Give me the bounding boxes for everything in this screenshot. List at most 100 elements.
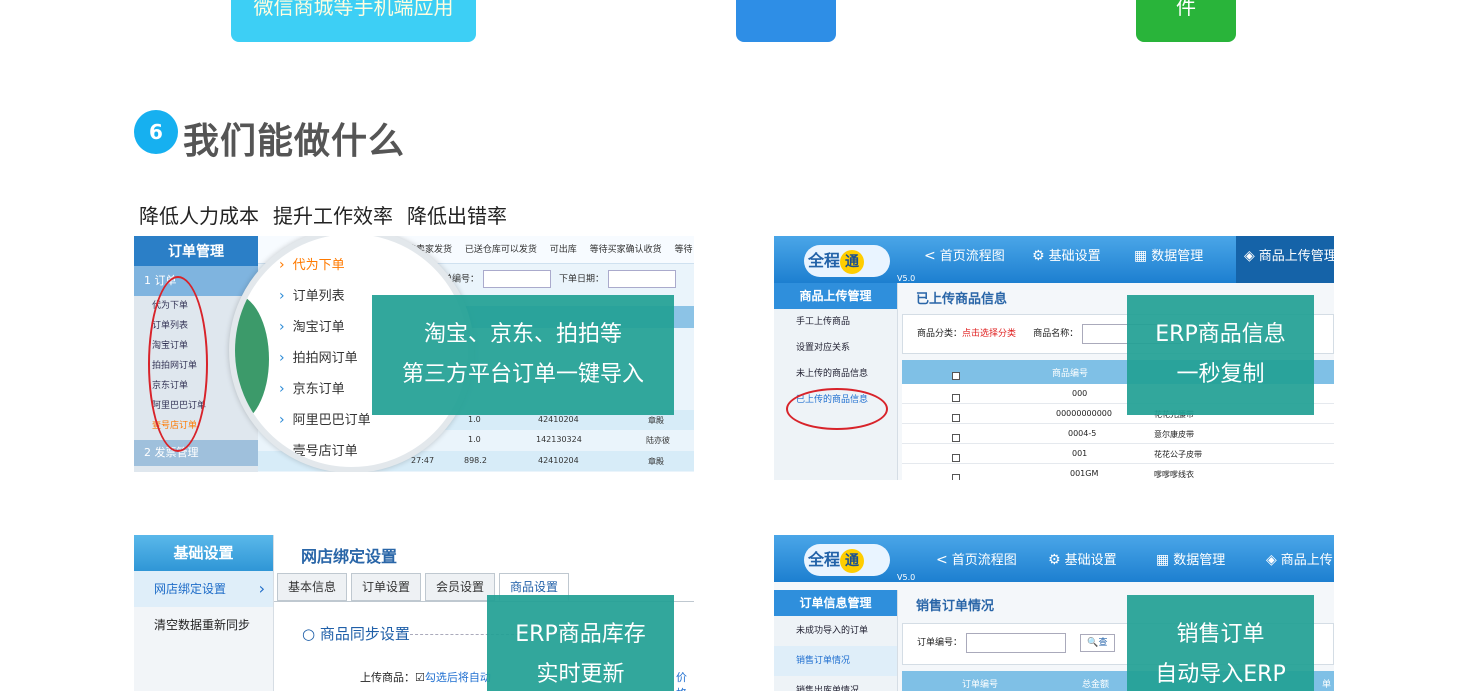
cell-code: 001 [1072, 449, 1088, 458]
order-sidebar-title: 订单管理 [134, 236, 258, 266]
highlight-ellipse [786, 388, 888, 430]
feature-pill-blue [736, 0, 836, 42]
caption-line: 自动导入ERP [1155, 662, 1286, 687]
nav-label: 数据管理 [1173, 553, 1226, 568]
magnifier-item: 拍拍网订单 [279, 343, 371, 374]
col-total: 总金额 [1082, 680, 1110, 690]
order-info-sidebar-item: 销售出库单情况 [796, 686, 860, 691]
order-info-sidebar: 订单信息管理 未成功导入的订单 销售订单情况 销售出库单情况 [774, 590, 898, 691]
cell-code: 42410204 [538, 415, 579, 424]
upload-sidebar-item: 未上传的商品信息 [796, 369, 869, 379]
shop-binding-title: 网店绑定设置 [301, 547, 398, 566]
caption-line: 第三方平台订单一键导入 [401, 362, 644, 387]
nav-label: 基础设置 [1064, 553, 1117, 568]
app-logo: 全程通 V5.0 [804, 245, 915, 283]
app-logo-text: 全程 [808, 251, 841, 270]
feature-pill-mobile: 微信商城等手机端应用 [231, 0, 476, 42]
cell-qty: 898.2 [464, 456, 487, 465]
nav-label: 基础设置 [1048, 249, 1101, 264]
grid-icon: ▦ [1134, 248, 1148, 264]
caption-line: ERP商品库存 [515, 622, 646, 647]
search-label: 查 [1098, 638, 1108, 648]
app-logo-text: 全程 [808, 550, 841, 569]
table-row: 001 花花公子皮带 [902, 444, 1334, 464]
sales-order-title: 销售订单情况 [916, 599, 995, 614]
caption-line: 销售订单 [1176, 622, 1265, 647]
checkbox [952, 474, 960, 480]
benefits-line: 降低人力成本 提升工作效率 降低出错率 [139, 200, 521, 229]
cell-qty: 1.0 [468, 415, 481, 424]
nav-label: 首页流程图 [951, 553, 1017, 568]
magnifier-item: 订单列表 [279, 281, 371, 312]
cell-name: 陆亦彼 [646, 436, 670, 445]
order-info-sidebar-item: 未成功导入的订单 [796, 626, 869, 636]
checkbox-checked-icon: ☑ [415, 671, 425, 684]
settings-sidebar-item: 网店绑定设置 [134, 571, 273, 607]
gear-icon: ⚙ [1048, 552, 1061, 568]
nav-label: 商品上传 [1280, 553, 1333, 568]
search-button: 🔍查 [1080, 634, 1115, 652]
feature-pill-green: 件 [1136, 0, 1236, 42]
sales-order-screenshot: 全程通 V5.0 < 首页流程图 ⚙ 基础设置 ▦ 数据管理 ◈ 商品上传 订单信息管理 … [774, 535, 1334, 691]
magnifier-item: 代为下单 [279, 250, 371, 281]
cell-code: 42410204 [538, 456, 579, 465]
nav-flowchart: < 首页流程图 [924, 236, 1005, 283]
cell-name: 章殿 [648, 457, 664, 466]
order-date-input [608, 270, 677, 288]
magnifier-item: 淘宝订单 [279, 312, 371, 343]
upload-sidebar-item: 手工上传商品 [796, 317, 851, 327]
category-label: 商品分类： [917, 329, 963, 339]
checkbox [952, 414, 960, 422]
nav-product-upload: ◈ 商品上传管理 [1236, 236, 1334, 283]
upload-sidebar: 商品上传管理 手工上传商品 设置对应关系 未上传的商品信息 已上传的商品信息 [774, 283, 898, 480]
cell-code: 00000000000 [1056, 409, 1112, 418]
nav-product-upload: ◈ 商品上传 [1266, 535, 1333, 582]
benefit-cost: 降低人力成本 [139, 204, 259, 228]
checkbox [952, 454, 960, 462]
upload-hint: 勾选后将自动 [424, 671, 491, 684]
app-logo: 全程通 V5.0 [804, 544, 915, 582]
cell-name: 章殿 [648, 416, 664, 425]
col-status: 单状 [1322, 680, 1332, 690]
gear-icon: ⚙ [1032, 248, 1045, 264]
benefit-efficiency: 提升工作效率 [273, 204, 393, 228]
app-version: V5.0 [897, 573, 916, 582]
grid-icon: ▦ [1156, 552, 1170, 568]
nav-data: ▦ 数据管理 [1134, 236, 1203, 283]
cell-name: 意尔康皮带 [1154, 430, 1194, 439]
magnifier-list: 代为下单 订单列表 淘宝订单 拍拍网订单 京东订单 阿里巴巴订单 壹号店订单 [279, 250, 371, 467]
order-number-input [966, 632, 1067, 653]
upload-label: 上传商品： [360, 671, 415, 684]
app-logo-badge: 通 [840, 249, 865, 274]
nav-data: ▦ 数据管理 [1156, 535, 1225, 582]
product-copy-caption: ERP商品信息 一秒复制 [1127, 295, 1314, 415]
nav-settings: ⚙ 基础设置 [1048, 535, 1117, 582]
section-number-badge: 6 [134, 110, 178, 154]
col-code: 商品编号 [1052, 369, 1089, 379]
cell-qty: 1.0 [468, 435, 481, 444]
caption-line: 淘宝、京东、拍拍等 [423, 322, 622, 347]
tab-member: 会员设置 [425, 573, 496, 601]
nav-flowchart: < 首页流程图 [936, 535, 1017, 582]
cell-code: 0004-5 [1068, 429, 1097, 438]
nav-label: 首页流程图 [939, 249, 1005, 264]
highlight-ellipse [148, 276, 208, 452]
cell-name: 花花公子皮带 [1154, 450, 1202, 459]
share-icon: < [936, 552, 948, 568]
product-name-label: 商品名称： [1033, 329, 1079, 339]
settings-sidebar-title: 基础设置 [134, 535, 273, 571]
order-filter: 订单编号： 下单日期： [434, 270, 684, 288]
nav-label: 数据管理 [1151, 249, 1204, 264]
caption-line: 实时更新 [536, 662, 625, 687]
product-copy-screenshot: 全程通 V5.0 < 首页流程图 ⚙ 基础设置 ▦ 数据管理 ◈ 商品上传管理 商品上传管… [774, 236, 1334, 480]
caption-line: ERP商品信息 [1155, 322, 1286, 347]
upload-page-title: 已上传商品信息 [916, 292, 1008, 307]
tab-order: 订单设置 [351, 573, 422, 601]
upload-sidebar-title: 商品上传管理 [774, 283, 897, 309]
upload-sidebar-item: 设置对应关系 [796, 343, 851, 353]
upload-option: 上传商品：☑勾选后将自动 [360, 669, 491, 685]
section-title: 我们能做什么 [183, 121, 406, 162]
order-info-sidebar-title: 订单信息管理 [774, 590, 897, 616]
stock-sync-screenshot: 基础设置 网店绑定设置 清空数据重新同步 网店绑定设置 基本信息订单设置会员设置… [134, 535, 694, 691]
invoice-group: 2 发票管理 [134, 440, 258, 466]
